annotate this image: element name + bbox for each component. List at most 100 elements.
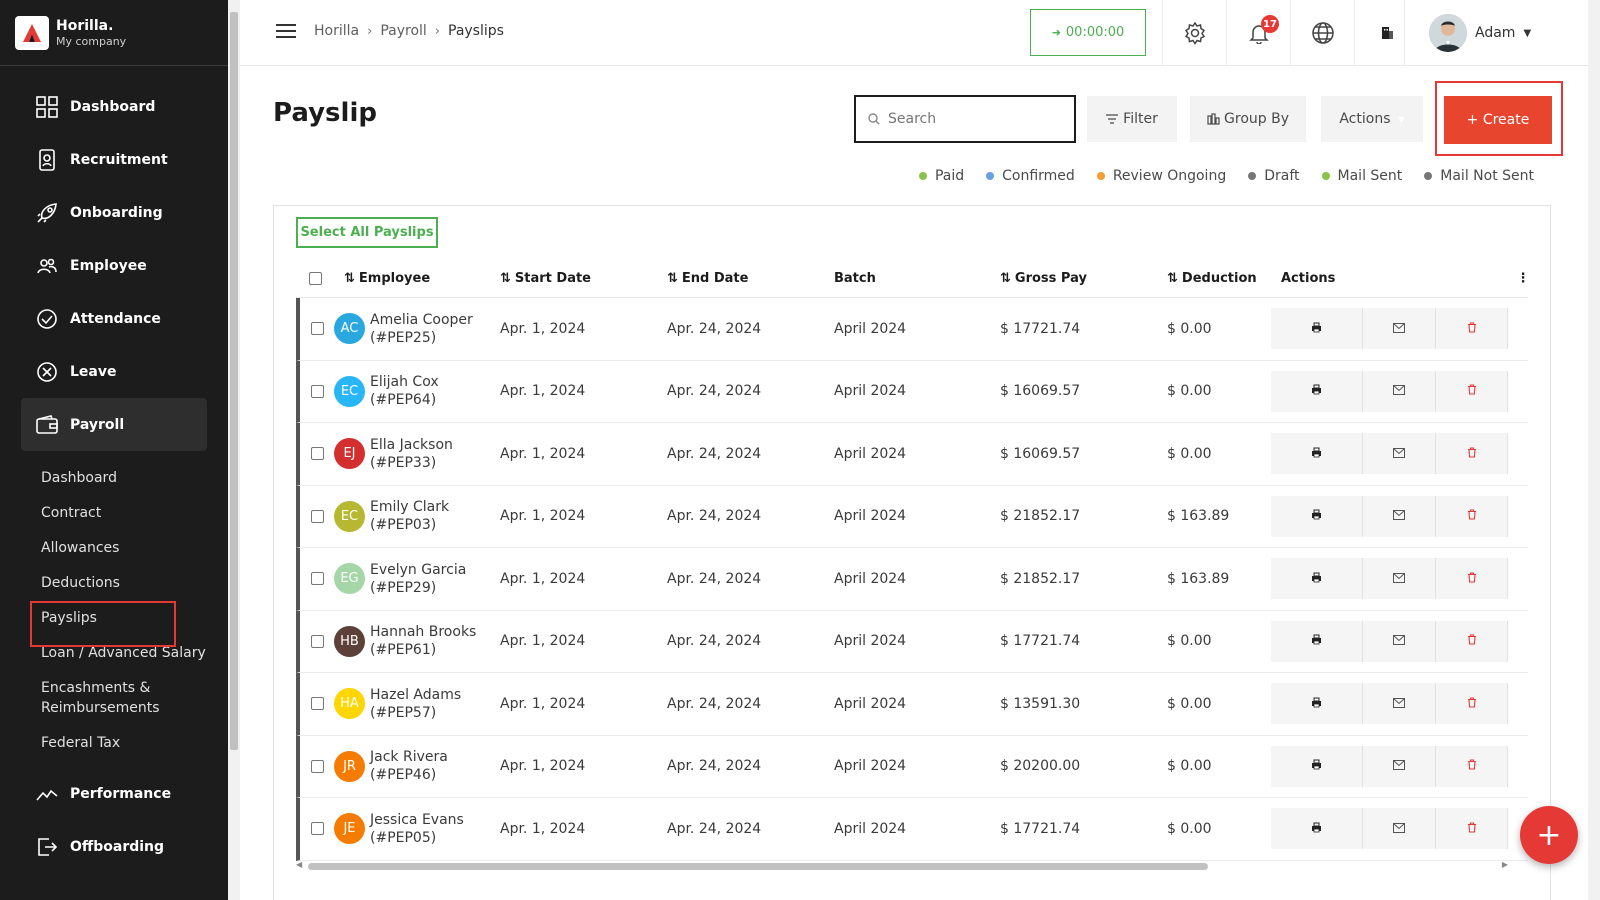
send-mail-button[interactable] (1363, 808, 1436, 850)
send-mail-button[interactable] (1363, 433, 1436, 475)
page-scrollbar[interactable] (1588, 0, 1600, 900)
sidebar-item-employee[interactable]: Employee (0, 239, 228, 292)
row-checkbox[interactable] (310, 759, 324, 773)
employee-cell[interactable]: EJ Ella Jackson (#PEP33) (334, 436, 500, 472)
legend-paid[interactable]: Paid (918, 168, 964, 184)
send-mail-button[interactable] (1363, 308, 1436, 350)
delete-payslip-button[interactable] (1436, 308, 1508, 350)
sidebar-item-offboarding[interactable]: Offboarding (0, 820, 228, 873)
subnav-contract[interactable]: Contract (0, 496, 228, 531)
sidebar-item-recruitment[interactable]: Recruitment (0, 133, 228, 186)
sidebar-scrollbar-thumb[interactable] (230, 12, 238, 750)
sidebar-item-dashboard[interactable]: Dashboard (0, 80, 228, 133)
subnav-encashments-reimbursements[interactable]: Encashments & Reimbursements (0, 671, 190, 726)
employee-cell[interactable]: EC Elijah Cox (#PEP64) (334, 373, 500, 409)
menu-toggle-icon[interactable] (276, 24, 296, 40)
row-checkbox[interactable] (310, 822, 324, 836)
employee-cell[interactable]: HA Hazel Adams (#PEP57) (334, 686, 500, 722)
group-by-button[interactable]: Group By (1190, 96, 1306, 142)
delete-payslip-button[interactable] (1436, 433, 1508, 475)
print-payslip-button[interactable] (1271, 495, 1363, 537)
sidebar-item-onboarding[interactable]: Onboarding (0, 186, 228, 239)
delete-payslip-button[interactable] (1436, 745, 1508, 787)
table-row[interactable]: AC Amelia Cooper (#PEP25) Apr. 1, 2024 Apr. … (296, 298, 1528, 361)
table-row[interactable]: EC Emily Clark (#PEP03) Apr. 1, 2024 Apr. 24… (296, 485, 1528, 548)
send-mail-button[interactable] (1363, 370, 1436, 412)
send-mail-button[interactable] (1363, 558, 1436, 600)
quick-action-button[interactable]: + (1520, 806, 1578, 864)
delete-payslip-button[interactable] (1436, 683, 1508, 725)
print-payslip-button[interactable] (1271, 620, 1363, 662)
row-checkbox[interactable] (310, 384, 324, 398)
send-mail-button[interactable] (1363, 495, 1436, 537)
row-checkbox[interactable] (310, 322, 324, 336)
sidebar-item-attendance[interactable]: Attendance (0, 292, 228, 345)
select-all-checkbox[interactable] (308, 271, 322, 285)
actions-button[interactable]: Actions ▼ (1321, 96, 1423, 142)
breadcrumb-horilla[interactable]: Horilla (314, 23, 359, 39)
print-payslip-button[interactable] (1271, 308, 1363, 350)
legend-draft[interactable]: Draft (1248, 168, 1300, 184)
print-payslip-button[interactable] (1271, 558, 1363, 600)
scroll-right-icon[interactable]: ▶ (1502, 860, 1508, 869)
column-start-date[interactable]: ⇅ Start Date (500, 271, 667, 286)
select-all-payslips-button[interactable]: Select All Payslips (296, 217, 438, 248)
language-button[interactable] (1290, 0, 1354, 66)
filter-button[interactable]: Filter (1087, 96, 1177, 142)
employee-cell[interactable]: JE Jessica Evans (#PEP05) (334, 811, 500, 847)
employee-cell[interactable]: EG Evelyn Garcia (#PEP29) (334, 561, 500, 597)
column-end-date[interactable]: ⇅ End Date (667, 271, 834, 286)
create-button[interactable]: + Create (1444, 96, 1552, 144)
print-payslip-button[interactable] (1271, 808, 1363, 850)
table-row[interactable]: EC Elijah Cox (#PEP64) Apr. 1, 2024 Apr. 24,… (296, 360, 1528, 423)
delete-payslip-button[interactable] (1436, 495, 1508, 537)
notifications-button[interactable]: 17 (1226, 0, 1290, 66)
subnav-payslips[interactable]: Payslips (0, 601, 228, 647)
print-payslip-button[interactable] (1271, 683, 1363, 725)
row-checkbox[interactable] (310, 634, 324, 648)
column-deduction[interactable]: ⇅ Deduction (1167, 271, 1271, 286)
delete-payslip-button[interactable] (1436, 370, 1508, 412)
user-profile-menu[interactable]: Adam ▼ (1404, 0, 1554, 66)
brand[interactable]: Horilla. My company (0, 0, 228, 66)
employee-cell[interactable]: JR Jack Rivera (#PEP46) (334, 748, 500, 784)
column-options-icon[interactable]: ⋮ (1508, 271, 1538, 286)
table-scrollbar-thumb[interactable] (308, 863, 1208, 870)
table-horizontal-scrollbar[interactable]: ◀ ▶ (296, 860, 1508, 872)
sidebar-item-payroll[interactable]: Payroll (21, 398, 207, 451)
search-box[interactable] (854, 95, 1076, 143)
table-row[interactable]: EJ Ella Jackson (#PEP33) Apr. 1, 2024 Apr. 2… (296, 423, 1528, 486)
row-checkbox[interactable] (310, 447, 324, 461)
table-row[interactable]: JE Jessica Evans (#PEP05) Apr. 1, 2024 Apr. … (296, 798, 1528, 861)
sidebar-item-performance[interactable]: Performance (0, 767, 228, 820)
table-row[interactable]: HB Hannah Brooks (#PEP61) Apr. 1, 2024 Apr. … (296, 610, 1528, 673)
column-employee[interactable]: ⇅ Employee (334, 271, 500, 286)
breadcrumb-payroll[interactable]: Payroll (380, 23, 426, 39)
legend-confirmed[interactable]: Confirmed (986, 168, 1075, 184)
sidebar-scrollbar[interactable] (228, 0, 240, 900)
table-row[interactable]: EG Evelyn Garcia (#PEP29) Apr. 1, 2024 Apr. … (296, 548, 1528, 611)
row-checkbox[interactable] (310, 697, 324, 711)
send-mail-button[interactable] (1363, 745, 1436, 787)
table-row[interactable]: HA Hazel Adams (#PEP57) Apr. 1, 2024 Apr. 24… (296, 673, 1528, 736)
delete-payslip-button[interactable] (1436, 808, 1508, 850)
legend-mail-sent[interactable]: Mail Sent (1321, 168, 1402, 184)
print-payslip-button[interactable] (1271, 370, 1363, 412)
subnav-federal-tax[interactable]: Federal Tax (0, 726, 228, 761)
settings-button[interactable] (1162, 0, 1226, 66)
scroll-left-icon[interactable]: ◀ (296, 860, 302, 869)
clock-in-button[interactable]: ➜ 00:00:00 (1030, 9, 1146, 56)
subnav-allowances[interactable]: Allowances (0, 531, 228, 566)
send-mail-button[interactable] (1363, 620, 1436, 662)
print-payslip-button[interactable] (1271, 745, 1363, 787)
table-row[interactable]: JR Jack Rivera (#PEP46) Apr. 1, 2024 Apr. 24… (296, 735, 1528, 798)
send-mail-button[interactable] (1363, 683, 1436, 725)
delete-payslip-button[interactable] (1436, 558, 1508, 600)
row-checkbox[interactable] (310, 509, 324, 523)
delete-payslip-button[interactable] (1436, 620, 1508, 662)
sidebar-item-leave[interactable]: Leave (0, 345, 228, 398)
subnav-dashboard[interactable]: Dashboard (0, 461, 228, 496)
print-payslip-button[interactable] (1271, 433, 1363, 475)
row-checkbox[interactable] (310, 572, 324, 586)
employee-cell[interactable]: HB Hannah Brooks (#PEP61) (334, 623, 500, 659)
